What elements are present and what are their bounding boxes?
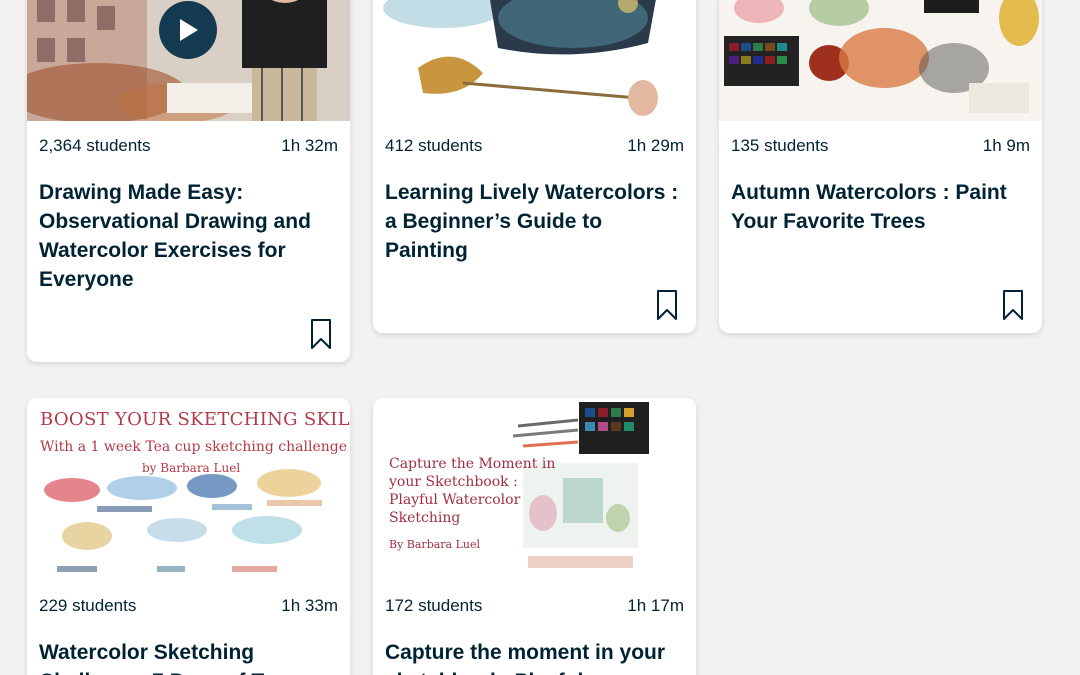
- thumbnail-art: [373, 0, 696, 121]
- student-count: 135 students: [731, 136, 829, 155]
- course-title[interactable]: Capture the moment in your sketchbook: P…: [385, 638, 682, 675]
- course-thumbnail[interactable]: Capture the Moment in your Sketchbook : …: [373, 398, 696, 583]
- course-card[interactable]: 412 students 1h 29m Learning Lively Wate…: [373, 0, 696, 333]
- thumbnail-heading-line1: Capture the Moment in: [389, 456, 556, 472]
- thumbnail-author: By Barbara Luel: [389, 538, 481, 551]
- course-meta: 412 students 1h 29m: [385, 136, 684, 156]
- thumbnail-heading: BOOST YOUR SKETCHING SKILLS: [40, 409, 350, 430]
- course-thumbnail[interactable]: [373, 0, 696, 121]
- student-count: 229 students: [39, 596, 137, 615]
- thumbnail-heading-line2: your Sketchbook :: [389, 474, 518, 490]
- bookmark-icon[interactable]: [1002, 289, 1024, 321]
- thumbnail-art: [719, 0, 1042, 121]
- thumbnail-heading-line3: Playful Watercolor: [389, 492, 521, 508]
- bookmark-icon[interactable]: [656, 289, 678, 321]
- course-card[interactable]: 2,364 students 1h 32m Drawing Made Easy:…: [27, 0, 350, 362]
- course-duration: 1h 17m: [627, 596, 684, 615]
- student-count: 2,364 students: [39, 136, 151, 155]
- course-title[interactable]: Learning Lively Watercolors : a Beginner…: [385, 178, 682, 265]
- student-count: 172 students: [385, 596, 483, 615]
- course-title[interactable]: Autumn Watercolors : Paint Your Favorite…: [731, 178, 1028, 236]
- course-duration: 1h 9m: [982, 136, 1030, 155]
- course-meta: 2,364 students 1h 32m: [39, 136, 338, 156]
- course-card[interactable]: 135 students 1h 9m Autumn Watercolors : …: [719, 0, 1042, 333]
- course-card[interactable]: Capture the Moment in your Sketchbook : …: [373, 398, 696, 675]
- course-duration: 1h 33m: [281, 596, 338, 615]
- course-title[interactable]: Watercolor Sketching Challenge: 7 Days o…: [39, 638, 336, 675]
- play-icon: [180, 19, 198, 41]
- course-thumbnail[interactable]: [719, 0, 1042, 121]
- course-meta: 135 students 1h 9m: [731, 136, 1030, 156]
- teacup-illustrations: [44, 469, 322, 572]
- bookmark-icon[interactable]: [310, 318, 332, 350]
- thumbnail-subheading: With a 1 week Tea cup sketching challeng…: [40, 439, 348, 455]
- course-thumbnail[interactable]: [27, 0, 350, 121]
- course-grid: 2,364 students 1h 32m Drawing Made Easy:…: [0, 0, 1080, 675]
- course-title[interactable]: Drawing Made Easy: Observational Drawing…: [39, 178, 336, 294]
- course-card[interactable]: BOOST YOUR SKETCHING SKILLS With a 1 wee…: [27, 398, 350, 675]
- play-button[interactable]: [159, 1, 217, 59]
- course-thumbnail[interactable]: BOOST YOUR SKETCHING SKILLS With a 1 wee…: [27, 398, 350, 583]
- student-count: 412 students: [385, 136, 483, 155]
- thumbnail-art: [512, 402, 649, 568]
- course-duration: 1h 29m: [627, 136, 684, 155]
- course-duration: 1h 32m: [281, 136, 338, 155]
- thumbnail-heading-line4: Sketching: [389, 510, 461, 526]
- course-meta: 229 students 1h 33m: [39, 596, 338, 616]
- course-meta: 172 students 1h 17m: [385, 596, 684, 616]
